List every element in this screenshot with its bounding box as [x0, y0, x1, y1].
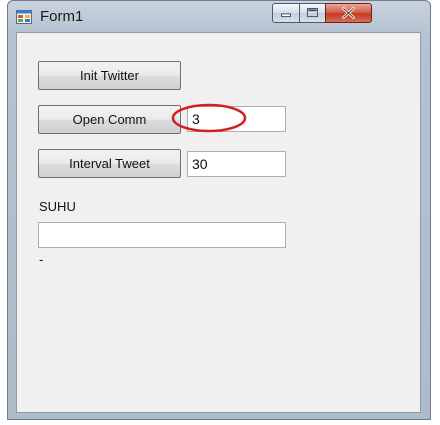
maximize-button[interactable] [299, 3, 326, 23]
init-twitter-button[interactable]: Init Twitter [38, 61, 181, 90]
maximize-icon [307, 8, 318, 18]
minimize-icon [281, 13, 291, 18]
open-comm-port-input[interactable]: 3 [187, 106, 286, 132]
interval-tweet-button[interactable]: Interval Tweet [38, 149, 181, 178]
open-comm-button[interactable]: Open Comm [38, 105, 181, 134]
interval-tweet-input[interactable]: 30 [187, 151, 286, 177]
form-client-area: Init Twitter Open Comm 3 Interval Tweet … [16, 32, 421, 413]
minimize-button[interactable] [272, 3, 300, 23]
winforms-app-icon [16, 10, 32, 24]
title-bar[interactable]: Form1 [8, 1, 430, 33]
status-text: - [39, 252, 44, 267]
close-icon [342, 7, 355, 19]
window-title: Form1 [40, 8, 84, 25]
suhu-input[interactable] [38, 222, 286, 248]
form1-window: Form1 Init Twitter Open Comm 3 Interval … [7, 0, 431, 420]
suhu-label: SUHU [39, 199, 76, 214]
close-button[interactable] [325, 3, 372, 23]
